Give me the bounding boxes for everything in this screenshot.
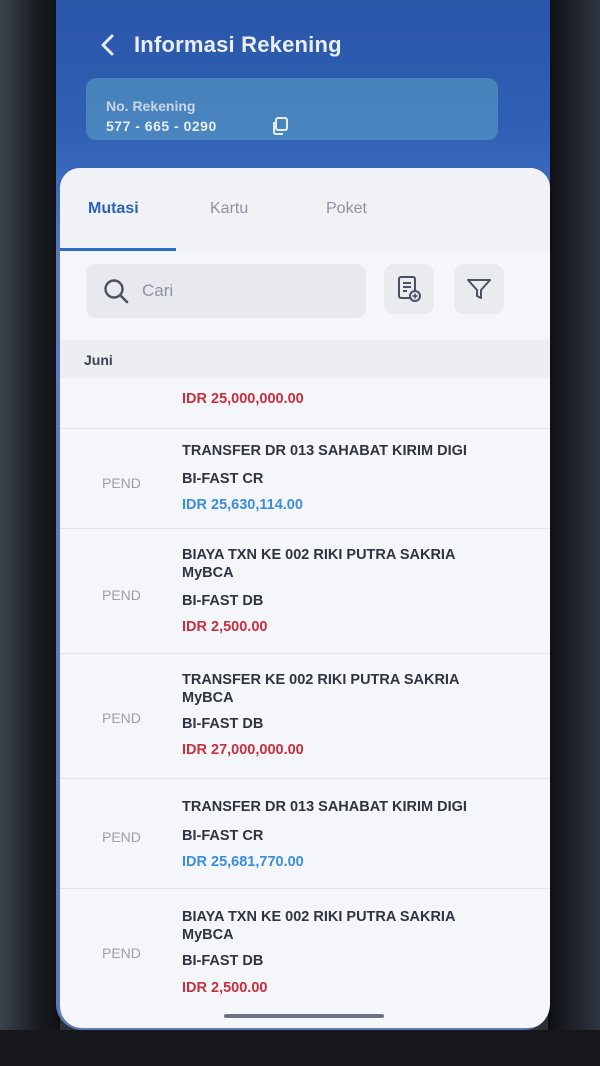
account-number-label: No. Rekening [106,98,196,114]
status-badge: PEND [102,829,141,845]
back-button[interactable] [86,23,130,67]
transaction-description-2: MyBCA [182,927,234,943]
transaction-description: TRANSFER DR 013 SAHABAT KIRIM DIGI [182,799,467,815]
status-badge: PEND [102,945,141,961]
filter-button[interactable] [454,264,504,314]
transaction-method: BI-FAST CR [182,471,264,487]
transactions-sheet: Mutasi Kartu Poket Cari Juni IDR 25,000,… [60,168,550,1028]
table-row[interactable]: PEND TRANSFER KE 002 RIKI PUTRA SAKRIA M… [60,653,550,779]
phone-bezel-left [0,0,60,1066]
transaction-description-2: MyBCA [182,565,234,581]
transaction-description: TRANSFER KE 002 RIKI PUTRA SAKRIA [182,672,460,688]
tab-mutasi[interactable]: Mutasi [88,200,139,218]
transaction-amount: IDR 25,681,770.00 [182,854,304,870]
chevron-left-icon [101,34,114,56]
search-input[interactable] [140,280,344,302]
tab-kartu[interactable]: Kartu [210,200,248,218]
transaction-description: TRANSFER DR 013 SAHABAT KIRIM DIGI [182,443,467,459]
transaction-amount: IDR 2,500.00 [182,980,268,996]
status-badge: PEND [102,587,141,603]
copy-icon [273,117,288,135]
phone-bezel-bottom [0,1030,600,1066]
transaction-method: BI-FAST DB [182,953,264,969]
transaction-description-2: MyBCA [182,690,234,706]
status-badge: PEND [102,710,141,726]
transaction-method: BI-FAST DB [182,593,264,609]
transaction-method: BI-FAST CR [182,828,264,844]
transaction-amount: IDR 25,630,114.00 [182,497,303,513]
table-row[interactable]: IDR 25,000,000.00 [60,378,550,428]
copy-button[interactable] [270,116,290,136]
transaction-amount: IDR 27,000,000.00 [182,742,304,758]
filter-icon [467,279,491,299]
table-row[interactable]: PEND BIAYA TXN KE 002 RIKI PUTRA SAKRIA … [60,528,550,654]
transaction-description: BIAYA TXN KE 002 RIKI PUTRA SAKRIA [182,547,456,563]
document-add-icon [398,276,421,302]
phone-screen: Informasi Rekening No. Rekening 577 - 66… [56,0,550,1030]
table-row[interactable]: PEND TRANSFER DR 013 SAHABAT KIRIM DIGI … [60,428,550,529]
transaction-amount: IDR 2,500.00 [182,619,268,635]
home-indicator[interactable] [224,1014,384,1018]
month-label: Juni [84,352,113,368]
search-icon [104,279,129,304]
account-card: No. Rekening 577 - 665 - 0290 [86,78,498,140]
table-row[interactable]: PEND BIAYA TXN KE 002 RIKI PUTRA SAKRIA … [60,888,550,1028]
transaction-description: BIAYA TXN KE 002 RIKI PUTRA SAKRIA [182,909,456,925]
app-header: Informasi Rekening [56,20,550,70]
phone-bezel-right [548,0,600,1066]
search-box[interactable] [86,264,366,318]
month-header: Juni [60,340,550,378]
transaction-amount: IDR 25,000,000.00 [182,391,304,407]
status-badge: PEND [102,475,141,491]
active-tab-indicator [60,248,176,251]
page-title: Informasi Rekening [134,32,342,57]
table-row[interactable]: PEND TRANSFER DR 013 SAHABAT KIRIM DIGI … [60,778,550,889]
transaction-method: BI-FAST DB [182,716,264,732]
statement-button[interactable] [384,264,434,314]
account-number: 577 - 665 - 0290 [106,118,217,134]
tab-bar: Mutasi Kartu Poket [60,168,550,252]
tab-poket[interactable]: Poket [326,200,367,218]
